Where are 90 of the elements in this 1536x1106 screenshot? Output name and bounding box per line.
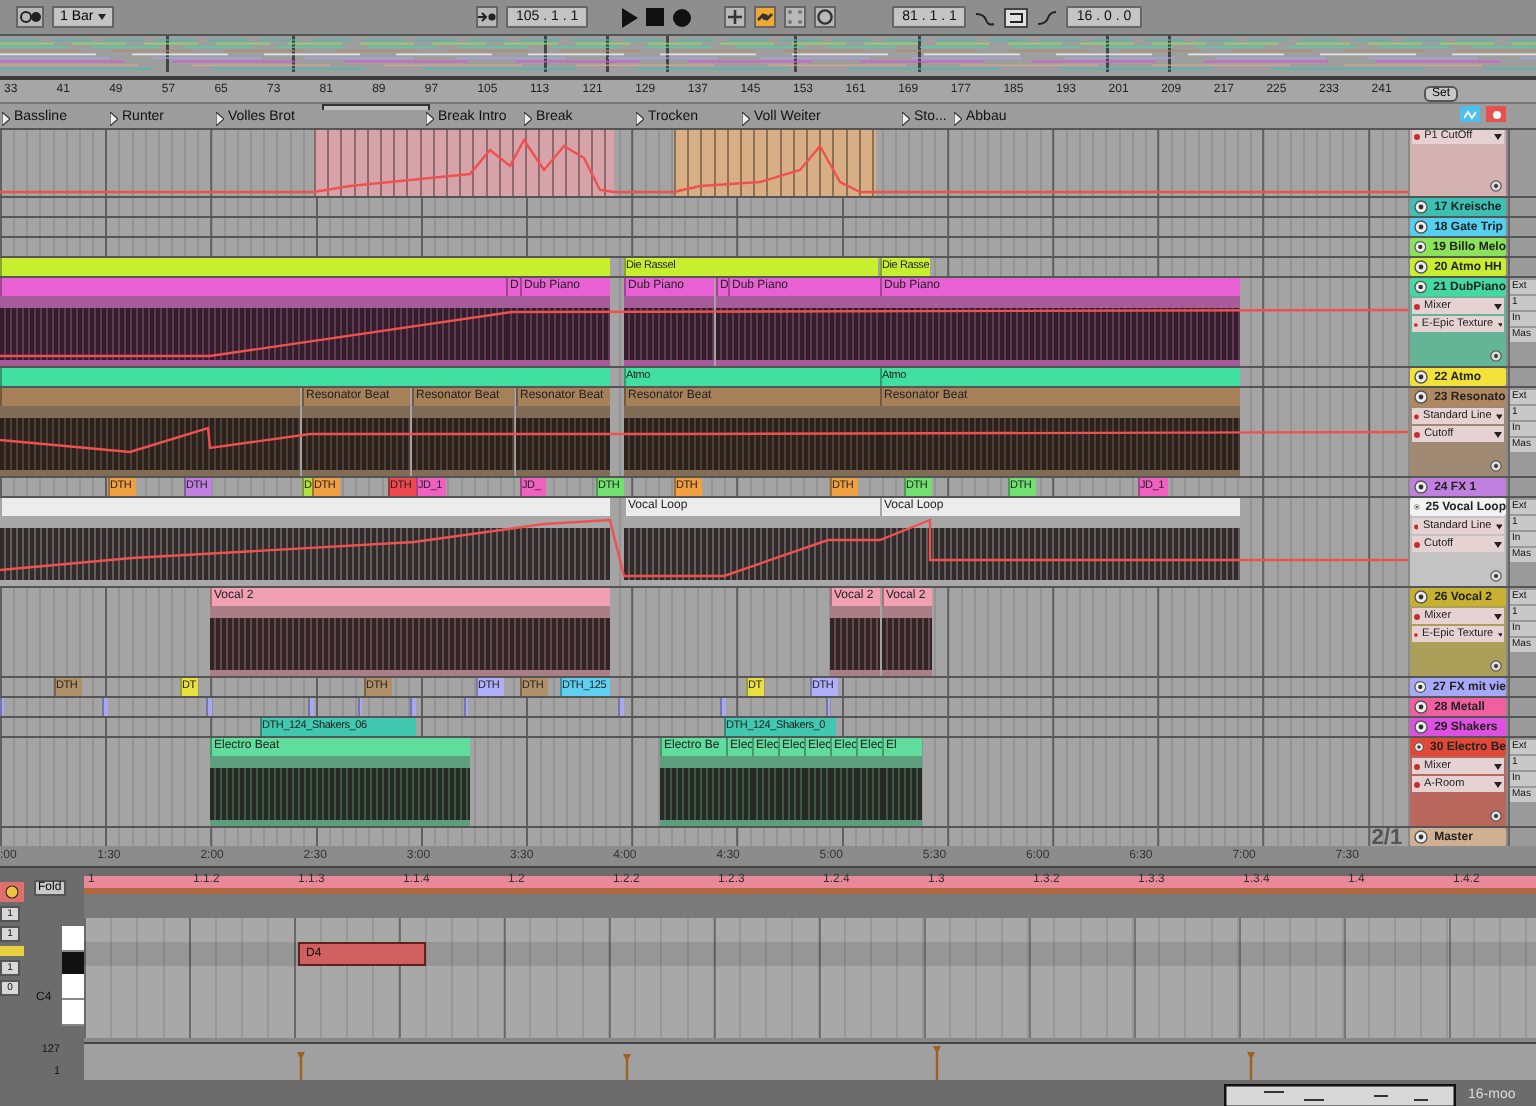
dots-icon bbox=[786, 8, 805, 26]
waveform-drawing bbox=[804, 768, 830, 820]
clip-header[interactable] bbox=[0, 278, 506, 296]
waveform-drawing bbox=[778, 768, 804, 820]
flag-icon bbox=[636, 111, 644, 125]
activator-icon[interactable] bbox=[1414, 830, 1429, 844]
velocity-marker[interactable] bbox=[622, 1054, 632, 1080]
dot-icon bbox=[1414, 133, 1421, 139]
clip-header[interactable] bbox=[618, 698, 624, 716]
dot-icon bbox=[1491, 109, 1501, 119]
flag-icon bbox=[2, 111, 10, 125]
flag-icon bbox=[524, 111, 532, 125]
clip-body[interactable] bbox=[314, 130, 614, 196]
arrow-dot-icon bbox=[478, 10, 496, 24]
curve-icon[interactable] bbox=[1036, 7, 1059, 27]
play-icon[interactable] bbox=[620, 7, 639, 27]
piano-key[interactable] bbox=[62, 1000, 84, 1026]
flag-icon bbox=[902, 111, 910, 125]
clip-header[interactable] bbox=[0, 388, 300, 406]
flag-icon bbox=[954, 111, 962, 125]
clip-header[interactable] bbox=[0, 258, 610, 276]
clip-activator-icon[interactable] bbox=[0, 882, 24, 902]
dot-icon bbox=[1414, 413, 1420, 419]
flag-icon bbox=[216, 111, 224, 125]
toolbar-button[interactable] bbox=[724, 6, 747, 28]
wave-icon bbox=[1464, 109, 1476, 119]
flag-icon bbox=[110, 111, 118, 125]
velocity-marker[interactable] bbox=[1246, 1052, 1256, 1080]
automation-line[interactable] bbox=[0, 518, 1409, 578]
dot-icon bbox=[1414, 763, 1421, 769]
record-mode-button[interactable] bbox=[16, 6, 44, 28]
record-icon[interactable] bbox=[672, 7, 693, 27]
caret-icon bbox=[97, 12, 106, 22]
clip-header[interactable] bbox=[410, 698, 416, 716]
velocity-marker[interactable] bbox=[932, 1046, 942, 1080]
clip-body[interactable] bbox=[674, 130, 876, 196]
overview-minimap-drawing[interactable] bbox=[1224, 1084, 1456, 1106]
waveform-drawing bbox=[882, 618, 932, 670]
clip-header[interactable] bbox=[102, 698, 108, 716]
toolbar-button[interactable] bbox=[814, 6, 837, 28]
waveform-drawing bbox=[830, 768, 856, 820]
velocity-marker[interactable] bbox=[296, 1052, 306, 1080]
record-mode-icon bbox=[19, 10, 41, 24]
io-strip bbox=[1508, 698, 1536, 716]
waveform-drawing bbox=[752, 768, 778, 820]
circle-icon bbox=[816, 8, 835, 26]
piano-key[interactable] bbox=[62, 974, 84, 1000]
expand-icon[interactable] bbox=[1490, 570, 1503, 582]
loop-icon[interactable] bbox=[1004, 7, 1029, 27]
dot-icon bbox=[1414, 431, 1421, 437]
clip-header[interactable] bbox=[720, 698, 726, 716]
dot-icon bbox=[1414, 541, 1421, 547]
dot-icon bbox=[1414, 523, 1419, 529]
dot-icon bbox=[1414, 303, 1421, 309]
toolbar-button[interactable] bbox=[754, 6, 777, 28]
chain-icon bbox=[756, 8, 775, 26]
clip-header[interactable] bbox=[206, 698, 212, 716]
meter-label: 2/1 bbox=[1371, 828, 1403, 846]
waveform-drawing bbox=[516, 418, 610, 470]
caret-icon bbox=[1494, 131, 1503, 141]
color-bar bbox=[0, 946, 24, 956]
follow-button[interactable] bbox=[476, 6, 498, 28]
expand-icon[interactable] bbox=[1490, 810, 1503, 822]
start-marker-bar[interactable] bbox=[84, 888, 1536, 894]
io-strip bbox=[1508, 218, 1536, 236]
expand-icon[interactable] bbox=[1490, 460, 1503, 472]
loop-brace[interactable] bbox=[322, 104, 430, 110]
io-strip bbox=[1508, 238, 1536, 256]
clip-header[interactable] bbox=[308, 698, 314, 716]
clip-header[interactable] bbox=[0, 498, 610, 516]
stop-icon[interactable] bbox=[646, 8, 665, 26]
activator-icon[interactable] bbox=[1414, 590, 1429, 604]
flag-icon bbox=[426, 111, 434, 125]
flag-icon bbox=[742, 111, 750, 125]
waveform-drawing bbox=[830, 618, 880, 670]
dot-icon bbox=[1414, 781, 1421, 787]
toolbar-button[interactable] bbox=[784, 6, 807, 28]
automation-line[interactable] bbox=[0, 308, 1409, 358]
expand-icon[interactable] bbox=[1490, 660, 1503, 672]
automation-line[interactable] bbox=[0, 426, 1409, 454]
dot-toggle-button[interactable] bbox=[1486, 106, 1506, 122]
plus-icon bbox=[726, 8, 745, 26]
clip-header[interactable] bbox=[0, 368, 610, 386]
curve-icon[interactable] bbox=[974, 7, 997, 27]
expand-icon[interactable] bbox=[1490, 350, 1503, 362]
piano-key[interactable] bbox=[62, 926, 84, 952]
dot-icon bbox=[1414, 613, 1421, 619]
expand-icon[interactable] bbox=[1490, 180, 1503, 192]
waveform-drawing bbox=[412, 418, 514, 470]
wave-toggle-button[interactable] bbox=[1460, 106, 1480, 122]
